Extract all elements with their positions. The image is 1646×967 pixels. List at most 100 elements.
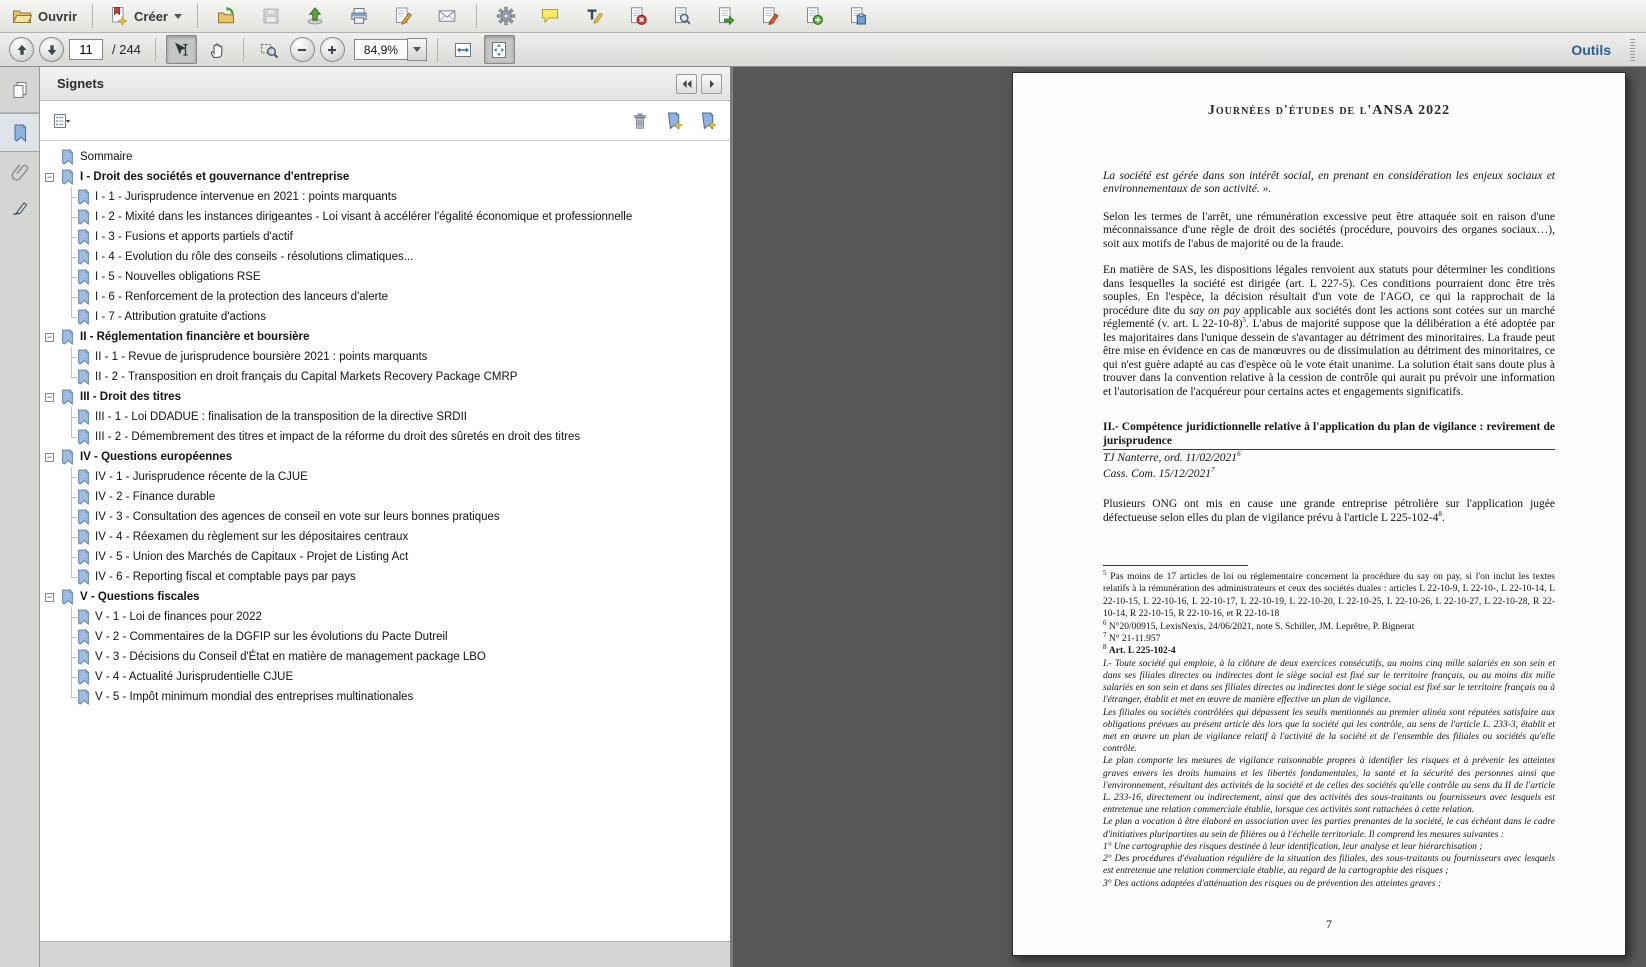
footnote-legal-text: 3° Des actions adaptées d'atténuation de…	[1103, 878, 1442, 889]
attachments-panel-button[interactable]	[0, 152, 39, 189]
select-tool-button[interactable]	[165, 35, 197, 64]
fit-width-button[interactable]	[448, 35, 479, 64]
replace-pages-button[interactable]	[662, 1, 702, 31]
bookmark-item[interactable]: I - 7 - Attribution gratuite d'actions	[40, 307, 730, 327]
settings-button[interactable]	[486, 1, 526, 31]
panel-menu-button[interactable]	[701, 73, 722, 94]
bookmark-item[interactable]: I - 4 - Evolution du rôle des conseils -…	[40, 247, 730, 267]
save-button[interactable]	[251, 1, 291, 31]
bookmark-item[interactable]: I - 5 - Nouvelles obligations RSE	[40, 267, 730, 287]
fit-width-icon	[453, 40, 473, 60]
bookmark-item[interactable]: IV - 6 - Reporting fiscal et comptable p…	[40, 567, 730, 587]
bookmark-icon	[78, 249, 90, 265]
import-convert-button[interactable]	[207, 1, 247, 31]
bookmark-item[interactable]: − V - Questions fiscales	[40, 587, 730, 607]
page-number-input[interactable]	[69, 39, 103, 60]
bookmark-item[interactable]: V - 1 - Loi de finances pour 2022	[40, 607, 730, 627]
bookmark-item[interactable]: − I - Droit des sociétés et gouvernance …	[40, 167, 730, 187]
pdf-page[interactable]: Journées d'études de l'ANSA 2022 La soci…	[1012, 72, 1626, 956]
previous-page-button[interactable]	[9, 37, 34, 62]
bookmark-icon	[62, 149, 74, 165]
insert-pages-button[interactable]	[794, 1, 834, 31]
bookmark-item[interactable]: − IV - Questions européennes	[40, 447, 730, 467]
collapse-panel-button[interactable]	[676, 73, 697, 94]
new-child-bookmark-button[interactable]	[698, 111, 718, 131]
insert-pages-icon	[804, 6, 824, 26]
bookmark-icon	[78, 609, 90, 625]
new-bookmark-icon	[664, 111, 684, 131]
bookmark-item[interactable]: I - 2 - Mixité dans les instances dirige…	[40, 207, 730, 227]
section-heading: II.- Compétence juridictionnelle relativ…	[1103, 421, 1555, 450]
delete-pages-button[interactable]	[618, 1, 658, 31]
delete-bookmark-button[interactable]	[630, 111, 650, 131]
footnote-rule	[1103, 565, 1248, 566]
main-toolbar: Ouvrir Créer	[0, 0, 1646, 33]
zoom-in-button[interactable]	[319, 37, 345, 62]
open-button[interactable]: Ouvrir	[6, 1, 83, 31]
bookmark-item[interactable]: V - 3 - Décisions du Conseil d'État en m…	[40, 647, 730, 667]
collapse-expander-icon[interactable]: −	[45, 392, 54, 402]
fit-page-icon	[489, 40, 509, 60]
bookmark-item[interactable]: II - 1 - Revue de jurisprudence boursièr…	[40, 347, 730, 367]
collapse-expander-icon[interactable]: −	[45, 452, 54, 462]
bookmark-item[interactable]: Sommaire	[40, 147, 730, 167]
bookmark-item[interactable]: − II - Réglementation financière et bour…	[40, 327, 730, 347]
bookmark-item[interactable]: IV - 3 - Consultation des agences de con…	[40, 507, 730, 527]
bookmark-item[interactable]: IV - 5 - Union des Marchés de Capitaux -…	[40, 547, 730, 567]
bookmarks-icon	[10, 123, 30, 143]
header-footer-button[interactable]	[838, 1, 878, 31]
pdf-page-content: Journées d'études de l'ANSA 2022 La soci…	[1103, 73, 1555, 955]
bookmark-item[interactable]: V - 4 - Actualité Jurisprudentielle CJUE	[40, 667, 730, 687]
collapse-double-arrow-icon	[679, 76, 695, 92]
comment-icon	[540, 6, 560, 26]
bookmark-item[interactable]: III - 2 - Démembrement des titres et imp…	[40, 427, 730, 447]
signatures-panel-button[interactable]	[0, 189, 39, 226]
bookmark-item[interactable]: III - 1 - Loi DDADUE : finalisation de l…	[40, 407, 730, 427]
edit-pages-button[interactable]	[750, 1, 790, 31]
comment-button[interactable]	[530, 1, 570, 31]
bookmark-item[interactable]: I - 6 - Renforcement de la protection de…	[40, 287, 730, 307]
bookmark-label: III - 1 - Loi DDADUE : finalisation de l…	[95, 411, 467, 423]
footnote: 8 Art. L 225-102-4	[1103, 643, 1176, 657]
bookmark-item[interactable]: IV - 4 - Réexamen du règlement sur les d…	[40, 527, 730, 547]
share-upload-button[interactable]	[295, 1, 335, 31]
case-reference: TJ Nanterre, ord. 11/02/20216	[1103, 450, 1241, 464]
bookmarks-panel: Signets Sommaire − I - Droit des sociétés	[40, 67, 730, 941]
marquee-zoom-button[interactable]	[254, 35, 285, 64]
pages-panel-button[interactable]	[0, 67, 39, 113]
hand-tool-button[interactable]	[202, 35, 233, 64]
export-pages-button[interactable]	[706, 1, 746, 31]
typewriter-button[interactable]	[574, 1, 614, 31]
create-button[interactable]: Créer	[102, 1, 188, 31]
bookmark-item[interactable]: I - 1 - Jurisprudence intervenue en 2021…	[40, 187, 730, 207]
email-button[interactable]	[427, 1, 467, 31]
bookmark-label: IV - 2 - Finance durable	[95, 491, 216, 503]
bookmarks-panel-button[interactable]	[0, 113, 39, 152]
zoom-level-value[interactable]: 84,9%	[353, 39, 408, 60]
bookmark-item[interactable]: II - 2 - Transposition en droit français…	[40, 367, 730, 387]
zoom-dropdown-button[interactable]	[406, 38, 427, 61]
bookmark-options-button[interactable]	[52, 111, 72, 131]
footnote-legal-text: Le plan a vocation à être élaboré en ass…	[1103, 817, 1555, 840]
bookmark-item[interactable]: I - 3 - Fusions et apports partiels d'ac…	[40, 227, 730, 247]
fit-page-button[interactable]	[483, 35, 515, 64]
bookmark-label: V - 3 - Décisions du Conseil d'État en m…	[95, 651, 486, 663]
collapse-expander-icon[interactable]: −	[45, 592, 54, 602]
footnote: 7 N° 21-11.957	[1103, 630, 1161, 645]
document-area[interactable]: Journées d'études de l'ANSA 2022 La soci…	[733, 67, 1646, 967]
plus-icon	[324, 42, 340, 58]
new-bookmark-button[interactable]	[664, 111, 684, 131]
bookmark-item[interactable]: − III - Droit des titres	[40, 387, 730, 407]
sign-button[interactable]	[383, 1, 423, 31]
next-page-button[interactable]	[39, 37, 64, 62]
collapse-expander-icon[interactable]: −	[45, 172, 54, 182]
zoom-out-button[interactable]	[289, 37, 315, 62]
print-button[interactable]	[339, 1, 379, 31]
bookmark-item[interactable]: V - 2 - Commentaires de la DGFIP sur les…	[40, 627, 730, 647]
bookmark-label: I - 1 - Jurisprudence intervenue en 2021…	[95, 191, 397, 203]
bookmark-item[interactable]: IV - 1 - Jurisprudence récente de la CJU…	[40, 467, 730, 487]
collapse-expander-icon[interactable]: −	[45, 332, 54, 342]
tools-link[interactable]: Outils	[1571, 42, 1611, 58]
bookmark-item[interactable]: IV - 2 - Finance durable	[40, 487, 730, 507]
bookmark-item[interactable]: V - 5 - Impôt minimum mondial des entrep…	[40, 687, 730, 707]
